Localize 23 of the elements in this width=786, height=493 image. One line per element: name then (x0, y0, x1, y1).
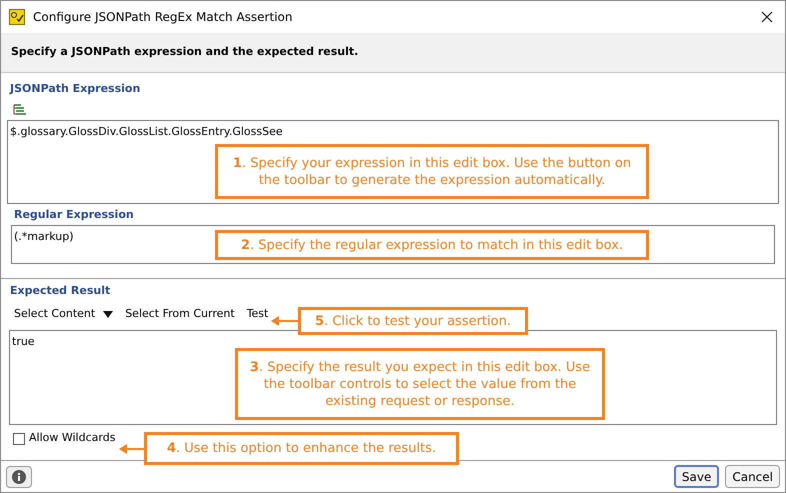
section-label: Regular Expression (14, 206, 135, 222)
window-title: Configure JSONPath RegEx Match Assertion (33, 9, 292, 26)
checkbox-label: Allow Wildcards (29, 430, 116, 446)
cancel-button[interactable]: Cancel (725, 465, 780, 488)
caret-icon (103, 311, 114, 318)
arrow (119, 444, 145, 454)
app-icon (9, 9, 25, 25)
info-button[interactable] (6, 466, 32, 488)
checkbox[interactable] (13, 432, 25, 444)
section-label: Expected Result (10, 283, 112, 299)
test-button[interactable]: Test (246, 306, 268, 323)
callout: 3. Specify the result you expect in this edit box. Use the toolbar controls to select the value from the existing request or response. (235, 348, 605, 420)
section-label: JSONPath Expression (10, 81, 142, 97)
arrow (271, 316, 299, 326)
select-from-current-button[interactable]: Select From Current (125, 306, 235, 323)
info-icon (12, 470, 26, 484)
select-content-dropdown[interactable]: Select Content (14, 306, 114, 323)
save-button[interactable]: Save (674, 465, 720, 488)
callout: 2. Specify the regular expression to match in this edit box. (215, 230, 649, 260)
tree-icon[interactable] (13, 104, 27, 116)
callout: 1. Specify your expression in this edit box. Use the button on the toolbar to generate the expression automatically. (215, 144, 649, 199)
close-icon[interactable] (761, 11, 773, 23)
header-text: Specify a JSONPath expression and the expected result. (11, 44, 358, 60)
